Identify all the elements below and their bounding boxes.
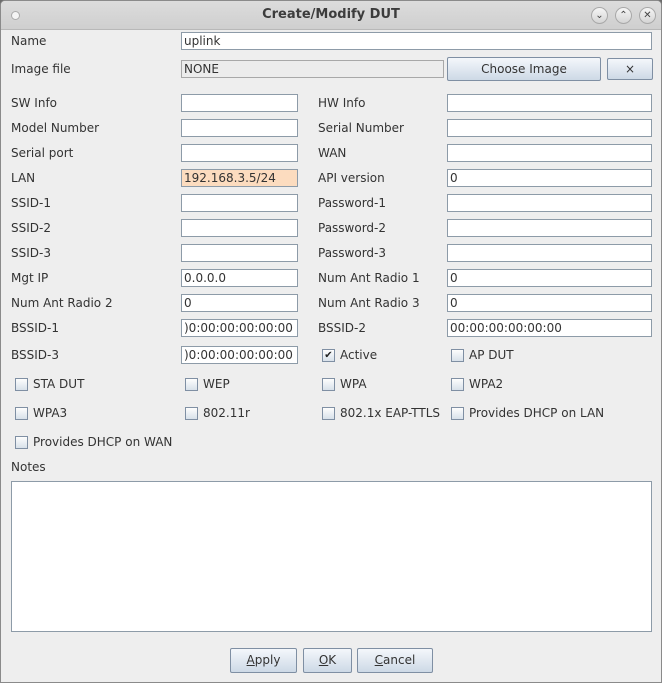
num-ant-radio2-label: Num Ant Radio 2 [11, 296, 113, 310]
ssid2-label: SSID-2 [11, 221, 51, 235]
ap-dut-label: AP DUT [469, 348, 514, 362]
model-number-label: Model Number [11, 121, 100, 135]
bssid1-label: BSSID-1 [11, 321, 59, 335]
80211r-label: 802.11r [203, 406, 250, 420]
active-checkbox[interactable]: ✔ Active [322, 348, 377, 362]
title-bar[interactable]: Create/Modify DUT ⌄ ⌃ ✕ [1, 1, 661, 30]
eap-ttls-label: 802.1x EAP-TTLS [340, 406, 441, 420]
apply-button[interactable]: Apply [230, 648, 297, 673]
window-title: Create/Modify DUT [262, 7, 400, 22]
close-button[interactable]: ✕ [639, 7, 656, 24]
lan-input[interactable]: 192.168.3.5/24 [181, 169, 298, 187]
notes-textarea[interactable] [11, 481, 652, 632]
wpa2-checkbox[interactable]: WPA2 [451, 377, 503, 391]
wpa3-label: WPA3 [33, 406, 68, 420]
image-file-label: Image file [11, 62, 71, 76]
ok-button[interactable]: OK [303, 648, 352, 673]
minimize-button[interactable]: ⌄ [591, 7, 608, 24]
80211r-checkbox[interactable]: 802.11r [185, 406, 250, 420]
dut-dialog: Create/Modify DUT ⌄ ⌃ ✕ Name uplink Imag… [0, 0, 662, 683]
wpa3-checkbox[interactable]: WPA3 [15, 406, 67, 420]
api-version-input[interactable]: 0 [447, 169, 652, 187]
api-version-label: API version [318, 171, 385, 185]
wpa-label: WPA [340, 377, 367, 391]
clear-image-button[interactable]: × [607, 58, 653, 80]
ap-dut-checkbox[interactable]: AP DUT [451, 348, 514, 362]
password2-input[interactable] [447, 219, 652, 237]
sta-dut-label: STA DUT [33, 377, 85, 391]
name-label: Name [11, 34, 47, 48]
ssid3-label: SSID-3 [11, 246, 51, 260]
ssid2-input[interactable] [181, 219, 298, 237]
password1-label: Password-1 [318, 196, 387, 210]
bssid2-label: BSSID-2 [318, 321, 366, 335]
name-input[interactable]: uplink [181, 32, 652, 50]
choose-image-button[interactable]: Choose Image [447, 57, 601, 81]
sta-dut-checkbox[interactable]: STA DUT [15, 377, 84, 391]
wan-label: WAN [318, 146, 347, 160]
wep-checkbox[interactable]: WEP [185, 377, 230, 391]
bssid2-input[interactable]: 00:00:00:00:00:00 [447, 319, 652, 337]
wpa-checkbox[interactable]: WPA [322, 377, 367, 391]
password3-input[interactable] [447, 244, 652, 262]
notes-label: Notes [11, 460, 46, 474]
serial-number-input[interactable] [447, 119, 652, 137]
password1-input[interactable] [447, 194, 652, 212]
num-ant-radio1-label: Num Ant Radio 1 [318, 271, 420, 285]
sw-info-label: SW Info [11, 96, 58, 110]
sw-info-input[interactable] [181, 94, 298, 112]
bssid3-input[interactable]: )0:00:00:00:00:00 [181, 346, 298, 364]
num-ant-radio3-input[interactable]: 0 [447, 294, 652, 312]
hw-info-label: HW Info [318, 96, 366, 110]
cancel-button[interactable]: Cancel [357, 648, 433, 673]
serial-number-label: Serial Number [318, 121, 404, 135]
ssid3-input[interactable] [181, 244, 298, 262]
dhcp-lan-checkbox[interactable]: Provides DHCP on LAN [451, 406, 604, 420]
lan-label: LAN [11, 171, 36, 185]
mgt-ip-input[interactable]: 0.0.0.0 [181, 269, 298, 287]
dhcp-wan-label: Provides DHCP on WAN [33, 435, 173, 449]
active-label: Active [340, 348, 378, 362]
num-ant-radio2-input[interactable]: 0 [181, 294, 298, 312]
wep-label: WEP [203, 377, 230, 391]
mgt-ip-label: Mgt IP [11, 271, 49, 285]
maximize-button[interactable]: ⌃ [615, 7, 632, 24]
wan-input[interactable] [447, 144, 652, 162]
num-ant-radio3-label: Num Ant Radio 3 [318, 296, 420, 310]
ssid1-input[interactable] [181, 194, 298, 212]
password3-label: Password-3 [318, 246, 387, 260]
num-ant-radio1-input[interactable]: 0 [447, 269, 652, 287]
eap-ttls-checkbox[interactable]: 802.1x EAP-TTLS [322, 406, 440, 420]
serial-port-input[interactable] [181, 144, 298, 162]
checkmark-icon: ✔ [322, 348, 335, 362]
dhcp-lan-label: Provides DHCP on LAN [469, 406, 605, 420]
model-number-input[interactable] [181, 119, 298, 137]
password2-label: Password-2 [318, 221, 387, 235]
image-file-input: NONE [181, 60, 444, 78]
serial-port-label: Serial port [11, 146, 74, 160]
ssid1-label: SSID-1 [11, 196, 51, 210]
hw-info-input[interactable] [447, 94, 652, 112]
bssid1-input[interactable]: )0:00:00:00:00:00 [181, 319, 298, 337]
dhcp-wan-checkbox[interactable]: Provides DHCP on WAN [15, 435, 172, 449]
bssid3-label: BSSID-3 [11, 348, 59, 362]
wpa2-label: WPA2 [469, 377, 504, 391]
